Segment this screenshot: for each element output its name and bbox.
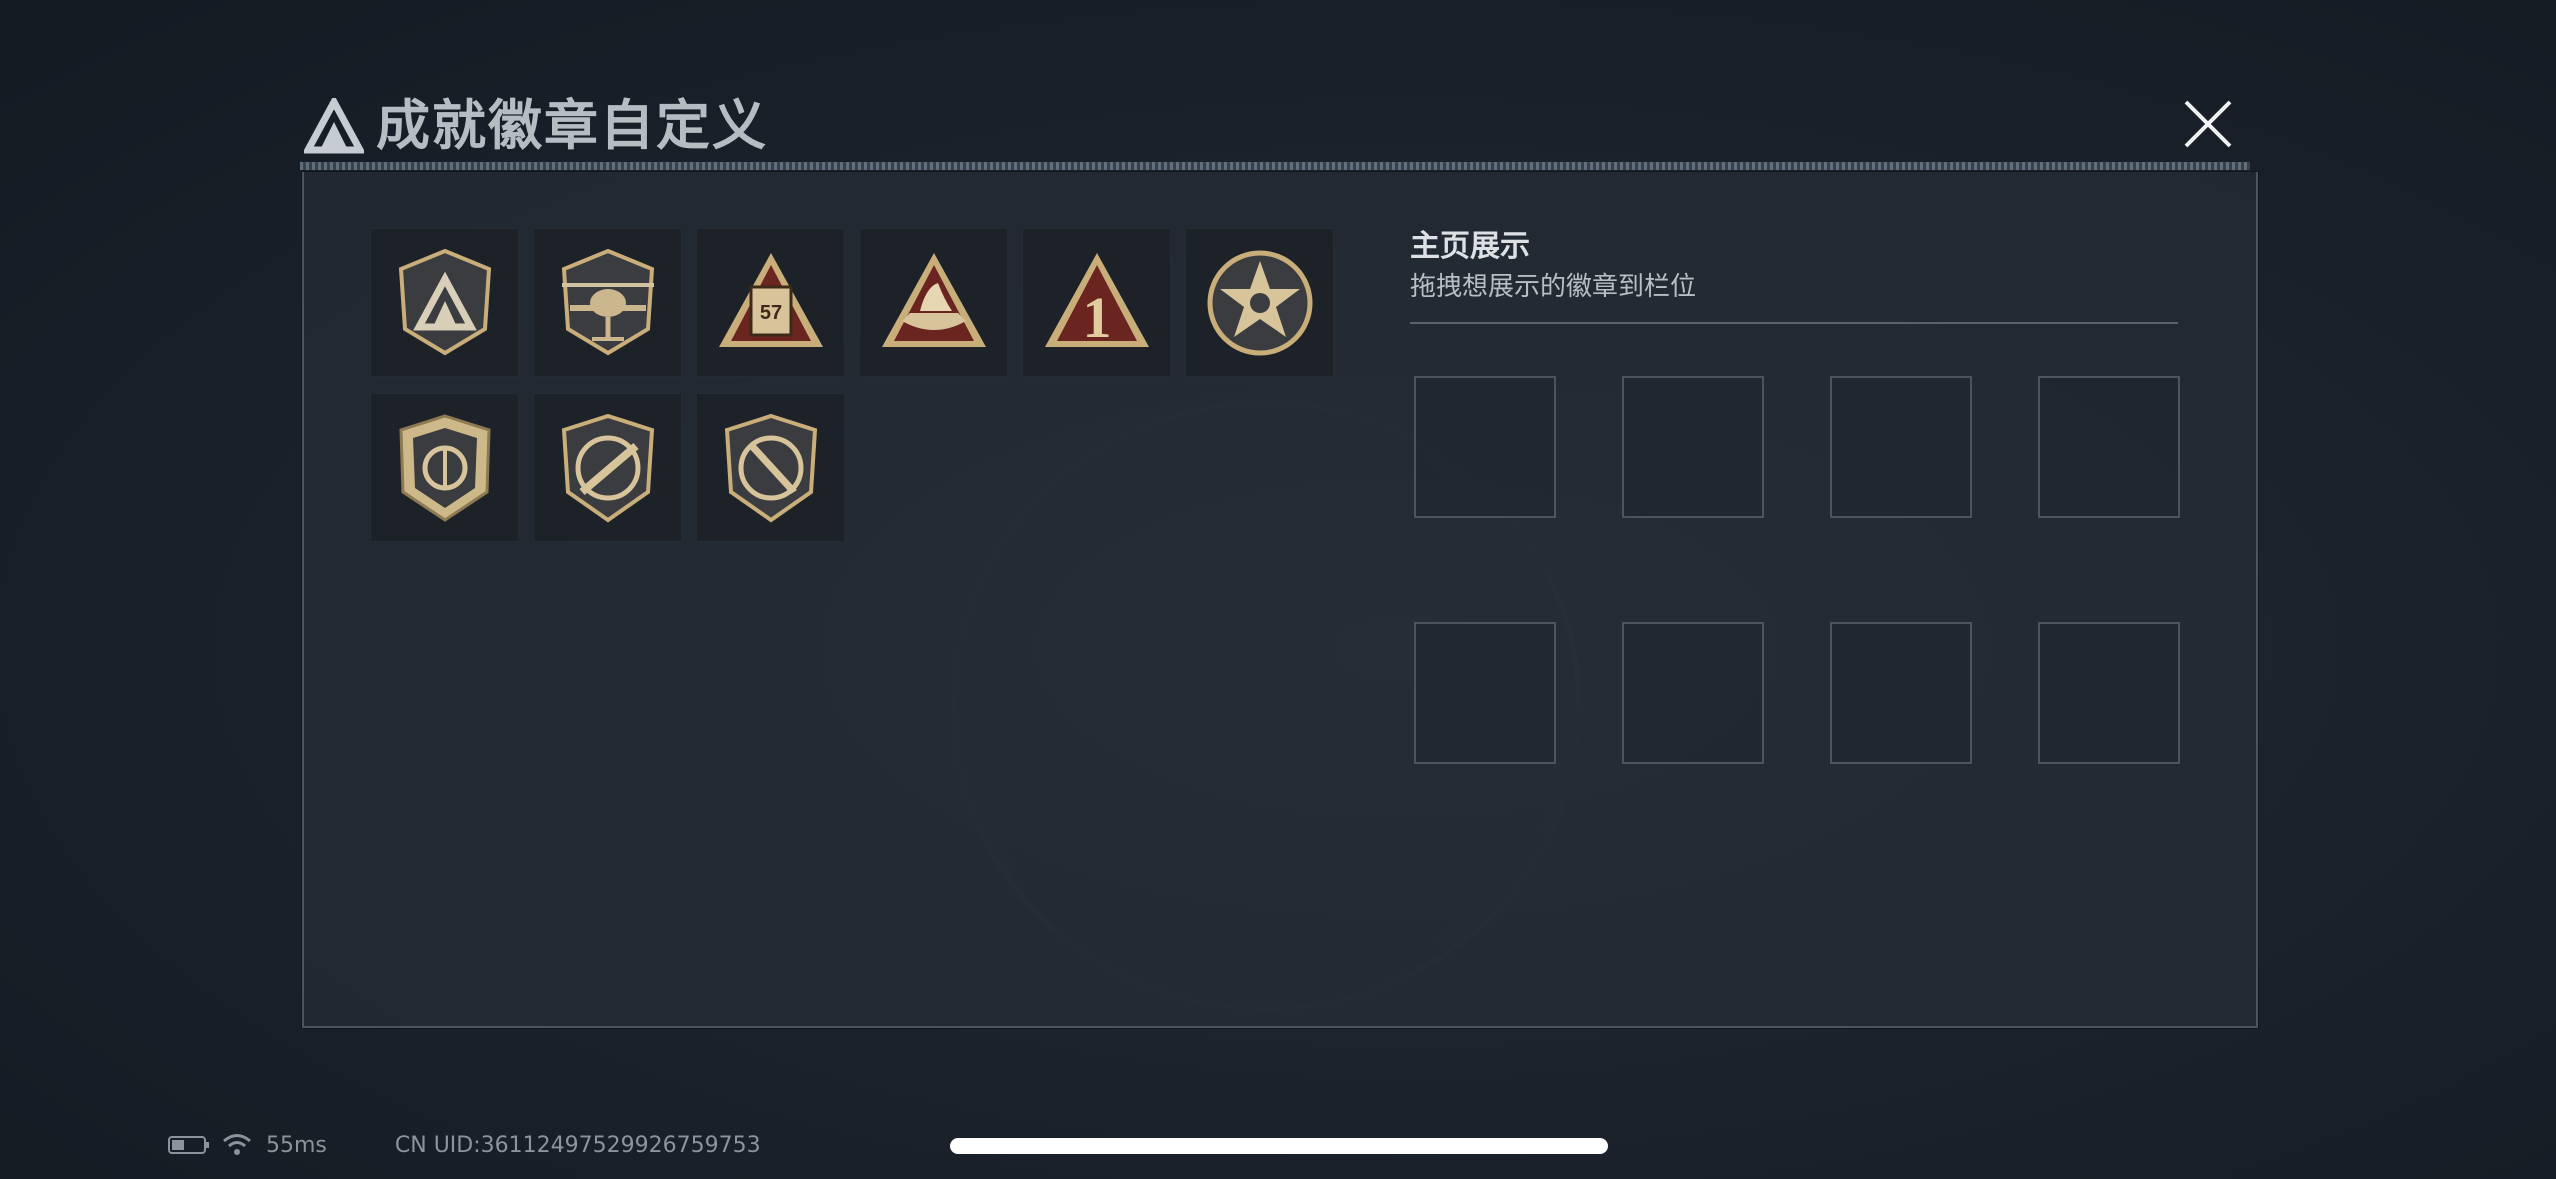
helicopter-icon: [561, 248, 654, 355]
rifle-icon: [561, 413, 654, 522]
homepage-showcase: 主页展示 拖拽想展示的徽章到栏位: [1410, 228, 2180, 764]
delta-triangle-logo-icon: [304, 98, 364, 154]
showcase-slot-3[interactable]: [1830, 376, 1972, 518]
close-icon: [2184, 100, 2232, 148]
ping-readout: 55ms: [266, 1132, 327, 1158]
showcase-slot-2[interactable]: [1622, 376, 1764, 518]
shield-delta-badge[interactable]: [370, 228, 519, 377]
showcase-slot-5[interactable]: [1414, 622, 1556, 764]
rank-number: 1: [1082, 285, 1111, 350]
badge-collection: 57 1: [370, 228, 1334, 542]
emblem-shield-icon: [398, 413, 491, 522]
supply-crate-icon: 57: [718, 252, 823, 347]
showcase-slot-4[interactable]: [2038, 376, 2180, 518]
home-indicator[interactable]: [950, 1138, 1608, 1154]
rifle-shield-badge[interactable]: [533, 393, 682, 542]
ship-icon: [881, 252, 986, 347]
knife-shield-badge[interactable]: [696, 393, 845, 542]
player-uid: CN UID:36112497529926759753: [394, 1132, 761, 1158]
header-divider: [300, 162, 2250, 170]
ship-triangle-badge[interactable]: [859, 228, 1008, 377]
close-button[interactable]: [2176, 92, 2240, 156]
crate-57-badge[interactable]: 57: [696, 228, 845, 377]
status-bar: 55ms CN UID:36112497529926759753: [168, 1128, 761, 1162]
showcase-slots: [1410, 376, 2180, 764]
showcase-slot-8[interactable]: [2038, 622, 2180, 764]
emblem-shield-badge[interactable]: [370, 393, 519, 542]
dialog-header: 成就徽章自定义: [300, 92, 2250, 172]
battery-icon: [168, 1136, 209, 1154]
showcase-instruction: 拖拽想展示的徽章到栏位: [1410, 272, 1697, 302]
helicopter-badge[interactable]: [533, 228, 682, 377]
star-circle-badge[interactable]: [1185, 228, 1334, 377]
showcase-divider: [1410, 322, 2178, 324]
knife-icon: [724, 413, 817, 522]
rank-one-icon: 1: [1044, 252, 1149, 350]
showcase-slot-7[interactable]: [1830, 622, 1972, 764]
badge-customize-panel: 57 1 主页展示 拖拽想展示的徽章到栏位: [302, 172, 2258, 1028]
dialog-title: 成就徽章自定义: [376, 94, 768, 157]
showcase-title: 主页展示: [1410, 229, 1530, 264]
showcase-slot-6[interactable]: [1622, 622, 1764, 764]
crate-number: 57: [759, 302, 781, 324]
star-icon: [1207, 250, 1312, 355]
showcase-slot-1[interactable]: [1414, 376, 1556, 518]
wifi-icon: [223, 1134, 251, 1155]
rank-one-badge[interactable]: 1: [1022, 228, 1171, 377]
shield-delta-icon: [398, 248, 491, 355]
